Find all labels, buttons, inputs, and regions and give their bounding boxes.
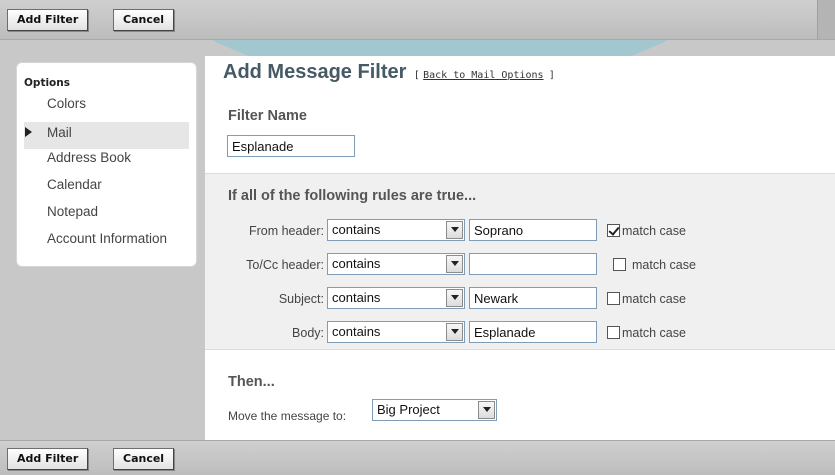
subject-operator-select[interactable]: contains bbox=[327, 287, 465, 309]
chevron-down-icon[interactable] bbox=[446, 255, 463, 273]
title-row: Add Message Filter [ Back to Mail Option… bbox=[223, 61, 555, 84]
sidebar-item-mail[interactable]: Mail bbox=[24, 122, 189, 149]
rules-heading: If all of the following rules are true..… bbox=[228, 188, 477, 204]
from-value-input[interactable] bbox=[469, 219, 597, 241]
sidebar-item-label: Address Book bbox=[47, 150, 132, 165]
back-to-mail-options-link[interactable]: Back to Mail Options bbox=[423, 70, 543, 81]
select-value: contains bbox=[332, 222, 381, 237]
sidebar-item-label: Calendar bbox=[47, 177, 102, 192]
bracket-open: [ bbox=[413, 70, 420, 81]
destination-folder-select[interactable]: Big Project bbox=[372, 399, 497, 421]
select-value: contains bbox=[332, 324, 381, 339]
select-value: contains bbox=[332, 256, 381, 271]
sidebar-item-label: Mail bbox=[47, 125, 72, 140]
move-message-label: Move the message to: bbox=[228, 409, 347, 423]
select-value: contains bbox=[332, 290, 381, 305]
page-title: Add Message Filter bbox=[223, 61, 407, 83]
add-filter-button[interactable]: Add Filter bbox=[7, 9, 89, 31]
match-case-label: match case bbox=[622, 224, 686, 238]
sidebar-item-address-book[interactable]: Address Book bbox=[17, 149, 196, 176]
top-toolbar: Add Filter Cancel bbox=[0, 0, 835, 40]
chevron-down-icon[interactable] bbox=[446, 323, 463, 341]
chevron-down-icon[interactable] bbox=[478, 401, 495, 419]
body-label: Body: bbox=[292, 326, 324, 340]
cancel-button[interactable]: Cancel bbox=[113, 9, 175, 31]
add-filter-button[interactable]: Add Filter bbox=[7, 448, 89, 470]
sidebar-heading: Options bbox=[24, 77, 70, 89]
then-heading: Then... bbox=[228, 374, 275, 390]
sidebar-item-label: Notepad bbox=[47, 204, 99, 219]
active-bullet-icon bbox=[25, 127, 32, 137]
filter-name-label: Filter Name bbox=[228, 108, 307, 124]
chevron-down-icon[interactable] bbox=[446, 221, 463, 239]
bottom-toolbar: Add Filter Cancel bbox=[0, 440, 835, 475]
cancel-button[interactable]: Cancel bbox=[113, 448, 175, 470]
to-cc-match-case-checkbox[interactable] bbox=[613, 258, 626, 271]
subject-match-case-checkbox[interactable] bbox=[607, 292, 620, 305]
body-value-input[interactable] bbox=[469, 321, 597, 343]
body-operator-select[interactable]: contains bbox=[327, 321, 465, 343]
from-match-case-checkbox[interactable] bbox=[607, 224, 620, 237]
match-case-label: match case bbox=[622, 326, 686, 340]
sidebar-item-notepad[interactable]: Notepad bbox=[17, 203, 196, 230]
to-cc-header-label: To/Cc header: bbox=[246, 258, 324, 272]
sidebar-item-label: Colors bbox=[47, 96, 87, 111]
bracket-close: ] bbox=[548, 70, 555, 81]
sidebar-item-calendar[interactable]: Calendar bbox=[17, 176, 196, 203]
chevron-down-icon[interactable] bbox=[446, 289, 463, 307]
sidebar-item-colors[interactable]: Colors bbox=[17, 95, 196, 122]
select-value: Big Project bbox=[377, 402, 440, 417]
match-case-label: match case bbox=[622, 292, 686, 306]
to-cc-operator-select[interactable]: contains bbox=[327, 253, 465, 275]
main-panel: Add Message Filter [ Back to Mail Option… bbox=[205, 56, 835, 440]
sidebar-item-account-information[interactable]: Account Information bbox=[17, 230, 196, 257]
to-cc-value-input[interactable] bbox=[469, 253, 597, 275]
options-sidebar: Options Colors Mail Address Book Calenda… bbox=[16, 62, 197, 267]
subject-value-input[interactable] bbox=[469, 287, 597, 309]
match-case-label: match case bbox=[632, 258, 696, 272]
body-match-case-checkbox[interactable] bbox=[607, 326, 620, 339]
filter-name-input[interactable] bbox=[227, 135, 355, 157]
subject-label: Subject: bbox=[278, 292, 324, 306]
rules-panel: If all of the following rules are true..… bbox=[205, 173, 835, 350]
scrollbar-strip[interactable] bbox=[817, 0, 835, 39]
from-header-label: From header: bbox=[248, 224, 324, 238]
from-operator-select[interactable]: contains bbox=[327, 219, 465, 241]
sidebar-item-label: Account Information bbox=[47, 231, 168, 246]
